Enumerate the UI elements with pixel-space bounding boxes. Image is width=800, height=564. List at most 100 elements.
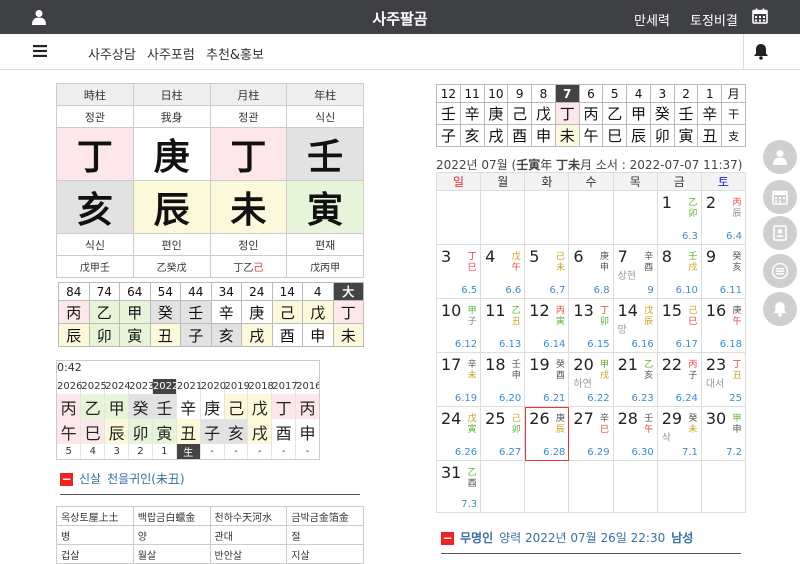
month-branch[interactable]: 巳	[602, 124, 628, 147]
seun-stem[interactable]: 癸	[128, 394, 153, 419]
seun-branch[interactable]: 丑	[176, 419, 201, 444]
calendar-day[interactable]: 11 乙丑 6.13	[480, 298, 526, 353]
seun-year[interactable]: 2020	[200, 379, 226, 394]
hamburger-menu-icon[interactable]	[33, 45, 47, 57]
side-menu-button[interactable]	[763, 254, 797, 288]
daeun-age[interactable]: 14	[271, 282, 303, 301]
seun-year[interactable]: 2025	[80, 379, 107, 394]
seun-stem[interactable]: 庚	[200, 394, 225, 419]
month-number[interactable]: 10	[483, 84, 509, 103]
calendar-day[interactable]: 2 丙辰 6.4	[700, 190, 747, 245]
month-number[interactable]: 9	[507, 84, 533, 103]
calendar-day[interactable]: 10 甲子 6.12	[435, 298, 482, 353]
seun-stem[interactable]: 戊	[247, 394, 273, 419]
month-stem[interactable]: 丙	[578, 102, 604, 125]
month-branch[interactable]: 亥	[459, 124, 485, 147]
daeun-stem[interactable]: 甲	[119, 300, 151, 324]
daeun-age[interactable]: 大	[332, 282, 364, 301]
app-title[interactable]: 사주팔곰	[0, 8, 800, 29]
seun-branch[interactable]: 申	[295, 419, 319, 444]
calendar-day[interactable]: 31 乙酉 7.3	[435, 460, 482, 513]
month-number[interactable]: 月	[721, 84, 746, 103]
calendar-day[interactable]: 25 己卯 6.27	[480, 406, 526, 461]
calendar-day[interactable]: 21 乙亥 6.23	[612, 352, 658, 407]
seun-stem[interactable]: 壬	[152, 394, 177, 419]
daeun-branch[interactable]: 戌	[241, 323, 273, 347]
seun-stem[interactable]: 丙	[295, 394, 319, 419]
calendar-day[interactable]: 22 丙子 6.24	[656, 352, 702, 407]
calendar-day[interactable]: 12 丙寅 6.14	[524, 298, 570, 353]
nav-saju-consult[interactable]: 사주상담	[88, 44, 136, 63]
daeun-branch[interactable]: 丑	[149, 323, 181, 347]
daeun-branch[interactable]: 卯	[88, 323, 120, 347]
month-branch[interactable]: 未	[554, 124, 580, 147]
calendar-day[interactable]: 24 戊寅 6.26	[435, 406, 482, 461]
calendar-day[interactable]: 6 庚申 6.8	[568, 244, 614, 299]
seun-stem[interactable]: 乙	[80, 394, 106, 419]
seun-branch[interactable]: 午	[57, 419, 82, 444]
calendar-day[interactable]: 4 戊午 6.6	[480, 244, 526, 299]
calendar-day[interactable]: 5 己未 6.7	[524, 244, 570, 299]
seun-stem[interactable]: 丁	[271, 394, 297, 419]
calendar-day[interactable]: 29 癸未 7.1 삭	[656, 406, 702, 461]
calendar-day[interactable]: 23 丁丑 25 대서	[700, 352, 747, 407]
month-branch[interactable]: 子	[436, 124, 461, 147]
bell-icon[interactable]	[753, 43, 769, 60]
month-stem[interactable]: 干	[721, 102, 746, 125]
daeun-branch[interactable]: 未	[332, 323, 364, 347]
month-stem[interactable]: 壬	[673, 102, 699, 125]
calendar-day[interactable]: 18 壬申 6.20	[480, 352, 526, 407]
seun-year[interactable]: 2026	[57, 379, 82, 394]
daeun-age[interactable]: 84	[58, 282, 90, 301]
daeun-branch[interactable]: 亥	[210, 323, 242, 347]
month-stem[interactable]: 甲	[626, 102, 651, 125]
calendar-day[interactable]: 30 甲申 7.2	[700, 406, 747, 461]
daeun-age[interactable]: 34	[210, 282, 242, 301]
daeun-stem[interactable]: 己	[271, 300, 303, 324]
collapse-icon[interactable]: −	[60, 473, 73, 486]
month-number[interactable]: 11	[459, 84, 485, 103]
seun-year[interactable]: 2023	[128, 379, 155, 394]
collapse-icon[interactable]: −	[441, 532, 454, 545]
month-branch[interactable]: 戌	[483, 124, 509, 147]
month-number[interactable]: 4	[626, 84, 651, 103]
month-number[interactable]: 8	[531, 84, 556, 103]
month-stem[interactable]: 戊	[531, 102, 556, 125]
month-branch[interactable]: 酉	[507, 124, 533, 147]
calendar-day[interactable]: 19 癸酉 6.21	[524, 352, 570, 407]
calendar-day[interactable]: 8 壬戌 6.10	[656, 244, 702, 299]
daeun-branch[interactable]: 子	[180, 323, 212, 347]
seun-stem[interactable]: 甲	[104, 394, 130, 419]
side-notification-button[interactable]	[763, 292, 797, 326]
month-number[interactable]: 6	[578, 84, 604, 103]
month-branch[interactable]: 卯	[649, 124, 675, 147]
seun-year[interactable]: 2022	[152, 379, 178, 394]
month-branch[interactable]: 辰	[626, 124, 651, 147]
daeun-stem[interactable]: 辛	[210, 300, 242, 324]
daeun-stem[interactable]: 壬	[180, 300, 212, 324]
calendar-day[interactable]: 9 癸亥 6.11	[700, 244, 747, 299]
seun-year[interactable]: 2021	[176, 379, 202, 394]
month-number[interactable]: 1	[697, 84, 723, 103]
month-stem[interactable]: 辛	[697, 102, 723, 125]
seun-branch[interactable]: 戌	[247, 419, 273, 444]
month-branch[interactable]: 丑	[697, 124, 723, 147]
month-branch[interactable]: 支	[721, 124, 746, 147]
seun-year[interactable]: 2019	[224, 379, 250, 394]
calendar-day[interactable]: 17 辛未 6.19	[435, 352, 482, 407]
calendar-day[interactable]: 13 丁卯 6.15	[568, 298, 614, 353]
month-number[interactable]: 3	[649, 84, 675, 103]
seun-stem[interactable]: 丙	[57, 394, 82, 419]
seun-year[interactable]: 2018	[247, 379, 274, 394]
month-branch[interactable]: 寅	[673, 124, 699, 147]
seun-stem[interactable]: 辛	[176, 394, 201, 419]
daeun-age[interactable]: 54	[149, 282, 181, 301]
seun-branch[interactable]: 卯	[128, 419, 153, 444]
daeun-stem[interactable]: 庚	[241, 300, 273, 324]
calendar-day[interactable]: 27 辛巳 6.29	[568, 406, 614, 461]
menu-tojeong[interactable]: 토정비결	[690, 10, 738, 29]
month-branch[interactable]: 午	[578, 124, 604, 147]
daeun-age[interactable]: 44	[180, 282, 212, 301]
calendar-day[interactable]: 14 戊辰 6.16 망	[612, 298, 658, 353]
month-stem[interactable]: 己	[507, 102, 533, 125]
